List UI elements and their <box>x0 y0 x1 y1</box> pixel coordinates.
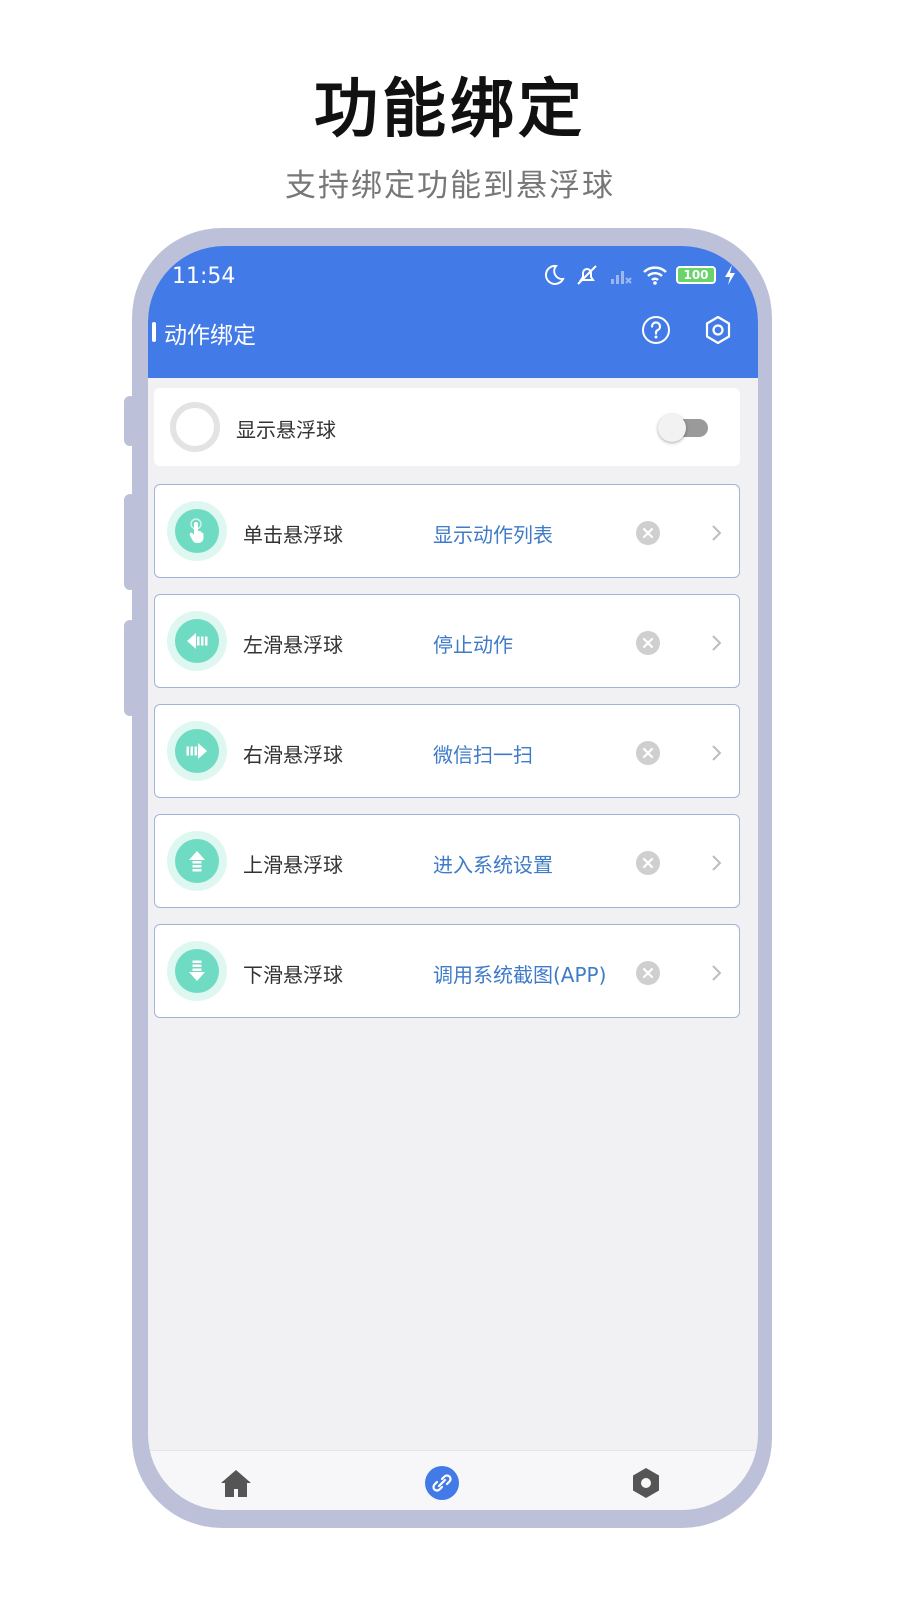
charging-icon <box>725 265 735 285</box>
clear-icon[interactable] <box>635 520 661 546</box>
promo-title: 功能绑定 <box>314 73 586 147</box>
title-marker <box>152 322 156 342</box>
battery-icon: 100 <box>676 266 716 284</box>
binding-list: 单击悬浮球 显示动作列表 左滑悬浮球 停止动作 右滑悬浮球 微信扫一扫 上滑悬浮… <box>154 484 740 1034</box>
arrow-up-icon <box>167 831 227 891</box>
promo-subtitle: 支持绑定功能到悬浮球 <box>285 168 615 204</box>
phone-screen: 11:54 100 动作绑定 显示悬浮球 单击悬浮球 显示动作列表 左滑悬浮球 … <box>148 246 758 1510</box>
clear-icon[interactable] <box>635 960 661 986</box>
binding-action-value: 进入系统设置 <box>433 853 553 877</box>
binding-gesture-label: 右滑悬浮球 <box>243 743 343 767</box>
arrow-down-icon <box>167 941 227 1001</box>
settings-icon[interactable] <box>628 1465 664 1501</box>
bottom-tab-bar <box>148 1450 758 1510</box>
binding-action-value: 显示动作列表 <box>433 523 553 547</box>
arrow-left-icon <box>167 611 227 671</box>
chevron-right-icon <box>712 635 722 651</box>
binding-gesture-label: 左滑悬浮球 <box>243 633 343 657</box>
help-icon[interactable] <box>640 314 672 346</box>
float-ball-toggle-card: 显示悬浮球 <box>154 388 740 466</box>
binding-gesture-label: 单击悬浮球 <box>243 523 343 547</box>
chevron-right-icon <box>712 965 722 981</box>
phone-side-button <box>124 396 136 446</box>
clear-icon[interactable] <box>635 740 661 766</box>
clear-icon[interactable] <box>635 630 661 656</box>
binding-row-swipe-down[interactable]: 下滑悬浮球 调用系统截图(APP) <box>154 924 740 1018</box>
home-icon[interactable] <box>218 1465 254 1501</box>
signal-icon <box>611 271 632 284</box>
status-time: 11:54 <box>172 264 236 289</box>
wifi-icon <box>643 266 667 285</box>
clear-icon[interactable] <box>635 850 661 876</box>
binding-row-swipe-up[interactable]: 上滑悬浮球 进入系统设置 <box>154 814 740 908</box>
binding-action-value: 微信扫一扫 <box>433 743 533 767</box>
arrow-right-icon <box>167 721 227 781</box>
phone-side-button <box>124 620 136 716</box>
chevron-right-icon <box>712 525 722 541</box>
moon-icon <box>544 264 565 285</box>
app-header: 11:54 100 动作绑定 <box>148 246 758 378</box>
float-ball-switch[interactable] <box>658 414 708 442</box>
chevron-right-icon <box>712 855 722 871</box>
binding-gesture-label: 下滑悬浮球 <box>243 963 343 987</box>
mute-icon <box>577 265 597 285</box>
float-ball-icon <box>170 402 220 452</box>
float-ball-label: 显示悬浮球 <box>236 418 336 442</box>
binding-row-swipe-left[interactable]: 左滑悬浮球 停止动作 <box>154 594 740 688</box>
chevron-right-icon <box>712 745 722 761</box>
switch-knob <box>658 414 686 442</box>
link-icon[interactable] <box>424 1465 460 1501</box>
settings-icon[interactable] <box>702 314 734 346</box>
phone-side-button <box>124 494 136 590</box>
binding-action-value: 调用系统截图(APP) <box>433 963 607 987</box>
binding-row-swipe-right[interactable]: 右滑悬浮球 微信扫一扫 <box>154 704 740 798</box>
binding-action-value: 停止动作 <box>433 633 513 657</box>
app-title: 动作绑定 <box>164 323 256 349</box>
binding-row-tap[interactable]: 单击悬浮球 显示动作列表 <box>154 484 740 578</box>
binding-gesture-label: 上滑悬浮球 <box>243 853 343 877</box>
tap-icon <box>167 501 227 561</box>
status-icons: 100 <box>540 262 736 288</box>
